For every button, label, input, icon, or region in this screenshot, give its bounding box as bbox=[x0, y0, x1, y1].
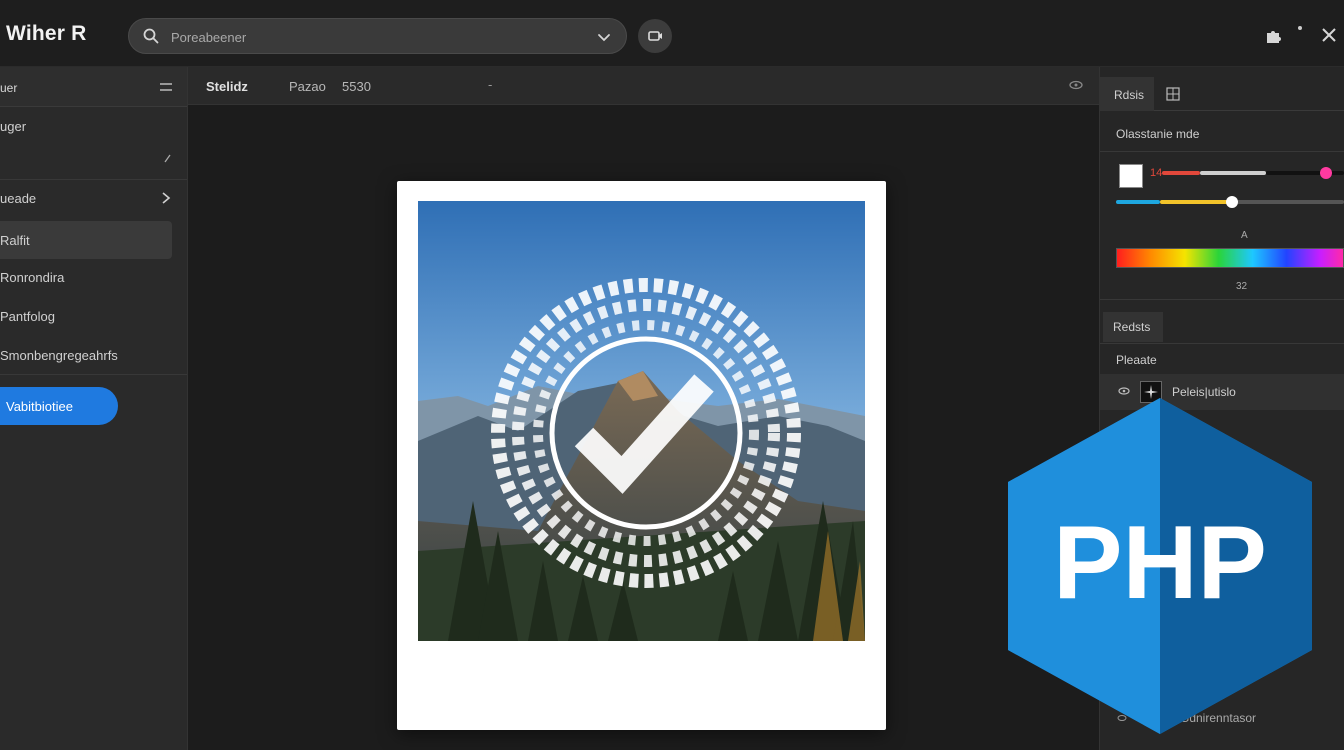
chevron-right-icon bbox=[162, 192, 171, 204]
canvas-toolbar: Stelidz Pazao 5530 - bbox=[188, 67, 1099, 105]
primary-action-label: Vabitbiotiee bbox=[6, 399, 73, 414]
php-logo-badge: PHP bbox=[1008, 398, 1312, 734]
panel-divider bbox=[1100, 299, 1344, 300]
mountain-photo bbox=[418, 201, 865, 641]
hue-slider-handle[interactable] bbox=[1226, 196, 1238, 208]
tab-layers[interactable]: Redsts bbox=[1103, 312, 1163, 342]
sidebar-item-4[interactable]: Ronrondira bbox=[0, 258, 187, 296]
sidebar-item-label: Smonbengregeahrfs bbox=[0, 348, 118, 363]
sidebar-item-1[interactable] bbox=[0, 139, 187, 177]
red-slider-track[interactable] bbox=[1200, 171, 1266, 175]
layer-name: Peleis|utislo bbox=[1172, 385, 1236, 399]
sidebar-header: uer bbox=[0, 67, 187, 107]
pencil-icon bbox=[164, 154, 171, 163]
sidebar-item-label: ueade bbox=[0, 191, 37, 206]
sidebar-item-label: Ronrondira bbox=[0, 270, 65, 285]
toolbar-field-1[interactable]: Pazao bbox=[289, 79, 326, 94]
sidebar-item-3[interactable]: Ralfit bbox=[0, 221, 172, 259]
camera-button[interactable] bbox=[638, 19, 672, 53]
hue-slider-track[interactable] bbox=[1232, 200, 1344, 204]
red-slider-fill bbox=[1162, 171, 1200, 175]
landscape-image bbox=[418, 201, 865, 641]
camera-icon bbox=[648, 31, 662, 41]
hue-slider-fill-yellow bbox=[1160, 200, 1232, 204]
gradient-label-b: 32 bbox=[1236, 281, 1248, 292]
grid-icon bbox=[1166, 87, 1180, 101]
gradient-label-a: A bbox=[1241, 230, 1248, 241]
color-section-title: Olasstanie mde bbox=[1116, 127, 1200, 141]
sidebar-item-label: Ralfit bbox=[0, 233, 30, 248]
sidebar-item-2[interactable]: ueade bbox=[0, 179, 187, 217]
color-swatch[interactable] bbox=[1119, 164, 1143, 188]
toolbar-field-2[interactable]: 5530 bbox=[342, 79, 371, 94]
sidebar-item-5[interactable]: Pantfolog bbox=[0, 297, 187, 335]
app-logo[interactable]: Wiher R bbox=[6, 22, 87, 46]
php-text: PHP bbox=[1053, 505, 1267, 621]
tab-label: Redsts bbox=[1113, 320, 1151, 334]
search-bar[interactable] bbox=[128, 18, 627, 54]
sidebar-divider bbox=[0, 374, 187, 375]
layers-title: Pleaate bbox=[1116, 353, 1157, 367]
chevron-down-icon[interactable] bbox=[596, 29, 612, 45]
eye-icon[interactable] bbox=[1118, 386, 1130, 396]
status-dot bbox=[1298, 26, 1302, 30]
hex-value[interactable]: 14 bbox=[1150, 167, 1162, 179]
php-hexagon-icon: PHP bbox=[1008, 398, 1312, 734]
menu-icon[interactable] bbox=[159, 81, 173, 93]
sidebar-item-6[interactable]: Smonbengregeahrfs bbox=[0, 336, 187, 374]
primary-action-button[interactable]: Vabitbiotiee bbox=[0, 387, 118, 425]
sidebar-item-label: uger bbox=[0, 119, 27, 134]
search-input[interactable] bbox=[171, 27, 571, 47]
search-icon bbox=[143, 28, 159, 44]
hue-slider-fill-blue bbox=[1116, 200, 1160, 204]
sidebar-title: uer bbox=[0, 81, 18, 95]
puzzle-icon[interactable] bbox=[1264, 27, 1282, 45]
left-sidebar: uer uger ueade Ralfit Ronrondira Pantfol… bbox=[0, 67, 188, 750]
tab-label: Rdsis bbox=[1114, 88, 1145, 102]
document-title[interactable]: Stelidz bbox=[206, 79, 248, 94]
toolbar-field-3: - bbox=[488, 77, 493, 92]
panel-divider bbox=[1100, 343, 1344, 344]
tab-properties[interactable]: Rdsis bbox=[1100, 77, 1154, 111]
red-slider-track-dark bbox=[1266, 171, 1344, 175]
tab-grid[interactable] bbox=[1162, 77, 1186, 111]
panel-divider bbox=[1100, 151, 1344, 152]
red-slider-handle[interactable] bbox=[1320, 167, 1332, 179]
eye-icon[interactable] bbox=[1069, 79, 1083, 91]
sidebar-item-label: Pantfolog bbox=[0, 309, 55, 324]
top-bar: Wiher R bbox=[0, 0, 1344, 67]
panel-tabs: Rdsis bbox=[1100, 77, 1344, 111]
close-icon[interactable] bbox=[1320, 26, 1338, 44]
color-spectrum[interactable] bbox=[1116, 248, 1344, 268]
